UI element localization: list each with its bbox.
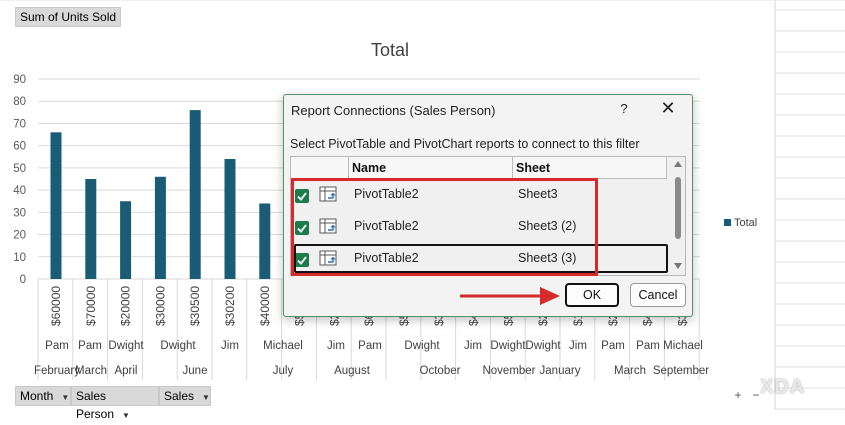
checkbox-column-header bbox=[291, 157, 349, 179]
y-tick-label: 70 bbox=[13, 118, 26, 130]
person-tick-label: Dwight bbox=[490, 340, 526, 352]
sales-field-button[interactable]: Sales ▼ bbox=[159, 386, 211, 406]
sales-person-field-button[interactable]: Sales Person ▼ bbox=[71, 386, 159, 421]
sales-field-label: Sales bbox=[164, 389, 195, 403]
person-tick-label: Jim bbox=[464, 340, 482, 352]
month-tick-label: January bbox=[540, 365, 581, 377]
sales-tick-label: $70000 bbox=[84, 286, 98, 326]
y-tick-label: 30 bbox=[13, 207, 26, 219]
person-tick-label: Jim bbox=[327, 340, 345, 352]
dropdown-arrow-icon: ▼ bbox=[122, 411, 130, 420]
bar bbox=[85, 179, 97, 279]
xda-logo: XDA bbox=[760, 376, 805, 399]
person-tick-label: Pam bbox=[358, 340, 382, 352]
y-tick-label: 50 bbox=[13, 163, 26, 175]
bar bbox=[224, 159, 236, 279]
scroll-up-arrow-icon[interactable] bbox=[674, 161, 682, 167]
chart-legend: Total bbox=[724, 217, 757, 229]
month-tick-label: March bbox=[614, 365, 646, 377]
sales-tick-label: $40000 bbox=[258, 286, 272, 326]
close-button[interactable]: ✕ bbox=[658, 98, 678, 119]
month-tick-label: October bbox=[420, 365, 461, 377]
dropdown-arrow-icon: ▼ bbox=[202, 393, 210, 402]
month-tick-label: September bbox=[653, 365, 709, 377]
values-field-label: Sum of Units Sold bbox=[20, 10, 117, 24]
y-tick-label: 40 bbox=[13, 185, 26, 197]
sales-tick-label: $60000 bbox=[49, 286, 63, 326]
month-field-label: Month bbox=[20, 389, 54, 403]
sales-tick-label: $30500 bbox=[188, 286, 202, 326]
person-tick-label: Pam bbox=[601, 340, 625, 352]
y-tick-label: 20 bbox=[13, 230, 26, 242]
bar bbox=[259, 203, 271, 279]
y-tick-label: 0 bbox=[20, 274, 26, 286]
report-connections-dialog: Report Connections (Sales Person) ? ✕ Se… bbox=[283, 94, 693, 317]
expand-field-button[interactable]: + bbox=[730, 387, 746, 403]
bar bbox=[50, 132, 62, 279]
bar bbox=[120, 201, 132, 279]
y-tick-label: 10 bbox=[13, 252, 26, 264]
person-tick-label: Jim bbox=[569, 340, 587, 352]
person-tick-label: Michael bbox=[663, 340, 703, 352]
help-button[interactable]: ? bbox=[614, 101, 634, 116]
sales-tick-label: $30000 bbox=[153, 286, 167, 326]
cancel-button[interactable]: Cancel bbox=[630, 283, 686, 307]
sales-tick-label: $30200 bbox=[223, 286, 237, 326]
month-tick-label: March bbox=[75, 365, 107, 377]
person-tick-label: Pam bbox=[45, 340, 69, 352]
month-tick-label: April bbox=[114, 365, 137, 377]
scroll-thumb[interactable] bbox=[675, 177, 681, 239]
list-scrollbar[interactable] bbox=[671, 157, 685, 275]
month-tick-label: June bbox=[183, 365, 208, 377]
bar bbox=[154, 176, 166, 279]
xda-logo-text: XDA bbox=[760, 376, 806, 398]
legend-swatch bbox=[724, 219, 731, 226]
person-tick-label: Dwight bbox=[525, 340, 561, 352]
person-tick-label: Jim bbox=[221, 340, 239, 352]
legend-label: Total bbox=[734, 217, 758, 229]
chart-title: Total bbox=[371, 40, 409, 60]
month-tick-label: February bbox=[34, 365, 80, 377]
y-tick-label: 90 bbox=[13, 74, 26, 86]
scroll-down-arrow-icon[interactable] bbox=[674, 263, 682, 269]
person-tick-label: Michael bbox=[263, 340, 303, 352]
dropdown-arrow-icon: ▼ bbox=[61, 393, 70, 402]
person-tick-label: Pam bbox=[636, 340, 660, 352]
person-tick-label: Dwight bbox=[404, 340, 440, 352]
name-column-header[interactable]: Name bbox=[349, 157, 513, 179]
dialog-instruction: Select PivotTable and PivotChart reports… bbox=[290, 137, 640, 151]
y-tick-label: 60 bbox=[13, 141, 26, 153]
month-tick-label: August bbox=[334, 365, 371, 377]
month-field-button[interactable]: Month ▼ bbox=[15, 386, 71, 406]
sales-person-field-label: Sales Person bbox=[76, 389, 115, 421]
month-tick-label: November bbox=[482, 365, 535, 377]
ok-button[interactable]: OK bbox=[565, 283, 619, 307]
dialog-title: Report Connections (Sales Person) bbox=[291, 103, 496, 118]
bar bbox=[189, 110, 201, 279]
month-tick-label: July bbox=[273, 365, 294, 377]
sheet-column-header[interactable]: Sheet bbox=[513, 157, 667, 179]
person-tick-label: Dwight bbox=[160, 340, 196, 352]
pointing-arrow-icon bbox=[460, 287, 560, 305]
y-tick-label: 80 bbox=[13, 96, 26, 108]
highlight-box bbox=[291, 178, 598, 276]
person-tick-label: Pam bbox=[78, 340, 102, 352]
values-field-button[interactable]: Sum of Units Sold bbox=[15, 7, 122, 27]
sales-tick-label: $20000 bbox=[119, 286, 133, 326]
person-tick-label: Dwight bbox=[108, 340, 144, 352]
